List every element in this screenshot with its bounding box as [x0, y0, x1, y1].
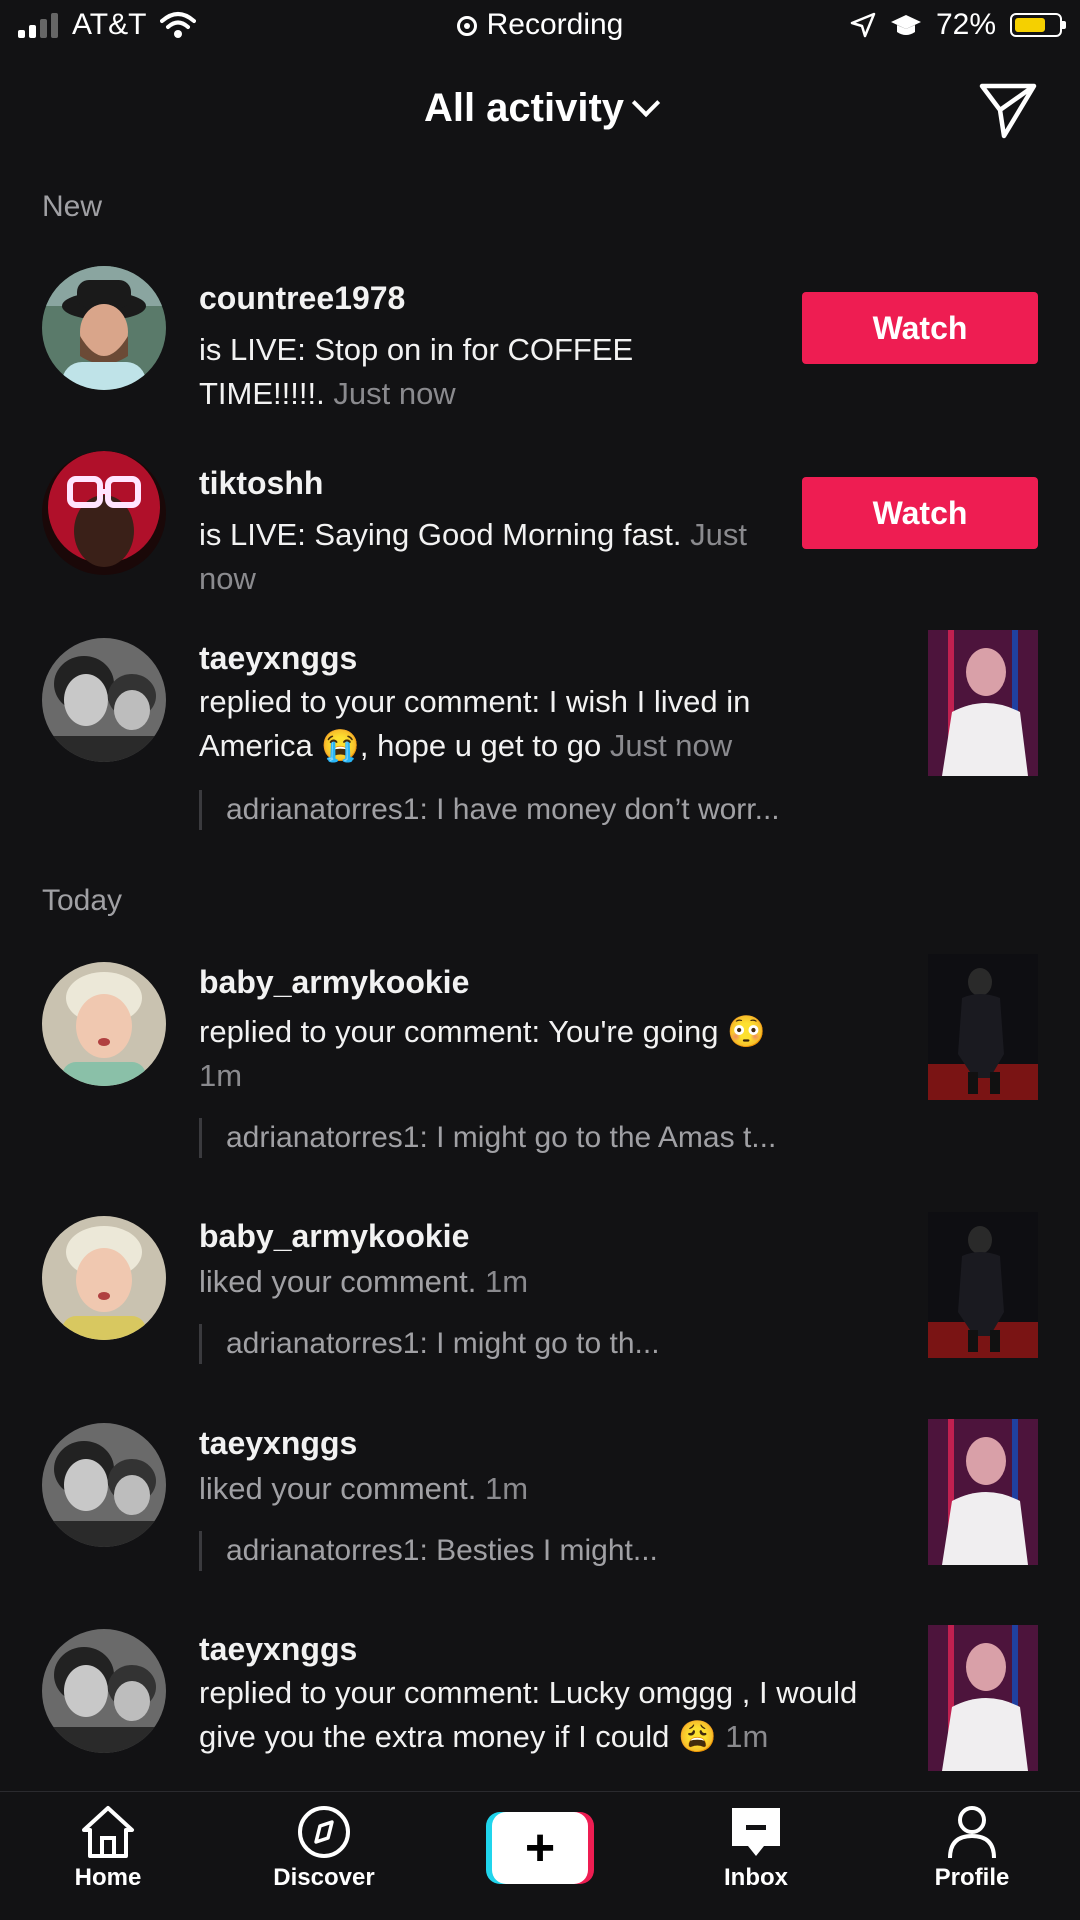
nav-home[interactable]: Home: [38, 1804, 178, 1892]
comment-preview: adrianatorres1: I might go to th...: [199, 1324, 660, 1364]
username[interactable]: tiktoshh: [199, 465, 323, 502]
status-bar: AT&T Recording 72%: [0, 0, 1080, 58]
watch-button[interactable]: Watch: [802, 477, 1038, 549]
activity-text: liked your comment. 1m: [199, 1264, 529, 1299]
activity-text: replied to your comment: Lucky omggg , I…: [199, 1675, 858, 1754]
avatar[interactable]: [42, 1423, 166, 1547]
nav-inbox-label: Inbox: [724, 1864, 788, 1891]
recording-label: Recording: [486, 8, 624, 41]
username[interactable]: taeyxnggs: [199, 1425, 357, 1462]
section-label-new: New: [42, 190, 103, 223]
activity-text: liked your comment. 1m: [199, 1471, 529, 1506]
direct-message-icon[interactable]: [978, 80, 1038, 140]
page-title: All activity: [423, 86, 625, 130]
video-thumbnail[interactable]: [928, 1212, 1038, 1358]
nav-profile-label: Profile: [934, 1864, 1010, 1891]
video-thumbnail[interactable]: [928, 1625, 1038, 1771]
username[interactable]: countree1978: [199, 280, 405, 317]
bottom-nav: Home Discover + Inbox Profile: [0, 1791, 1080, 1920]
battery-icon: [1010, 13, 1066, 37]
video-thumbnail[interactable]: [928, 954, 1038, 1100]
avatar[interactable]: [42, 266, 166, 390]
timestamp: Just now: [609, 728, 733, 763]
graduation-cap-icon: [890, 15, 921, 35]
plus-icon: +: [524, 1819, 556, 1877]
avatar[interactable]: [42, 1629, 166, 1753]
timestamp: 1m: [725, 1719, 769, 1754]
activity-header: All activity: [0, 80, 1080, 140]
compass-icon: [298, 1806, 350, 1858]
activity-text: replied to your comment: You're going 😳 1…: [199, 1014, 766, 1093]
nav-profile[interactable]: Profile: [902, 1804, 1042, 1892]
username[interactable]: taeyxnggs: [199, 640, 357, 677]
username[interactable]: taeyxnggs: [199, 1631, 357, 1668]
nav-discover-label: Discover: [273, 1864, 375, 1891]
timestamp: 1m: [485, 1471, 529, 1506]
avatar[interactable]: [42, 638, 166, 762]
comment-preview: adrianatorres1: Besties I might...: [199, 1531, 658, 1571]
activity-text: is LIVE: Stop on in for COFFEE TIME!!!!!…: [199, 332, 634, 411]
video-thumbnail[interactable]: [928, 630, 1038, 776]
nav-home-label: Home: [74, 1864, 142, 1891]
comment-preview: adrianatorres1: I have money don’t worr.…: [199, 790, 780, 830]
create-button[interactable]: +: [486, 1812, 594, 1884]
username[interactable]: baby_armykookie: [199, 1218, 469, 1255]
activity-text: replied to your comment: I wish I lived …: [199, 684, 751, 763]
location-arrow-icon: [850, 12, 876, 38]
video-thumbnail[interactable]: [928, 1419, 1038, 1565]
avatar[interactable]: [42, 451, 166, 575]
comment-preview: adrianatorres1: I might go to the Amas t…: [199, 1118, 776, 1158]
timestamp: 1m: [199, 1058, 243, 1093]
timestamp: Just now: [333, 376, 456, 411]
avatar[interactable]: [42, 1216, 166, 1340]
recording-icon: [456, 16, 477, 36]
inbox-icon: [732, 1808, 780, 1856]
username[interactable]: baby_armykookie: [199, 964, 469, 1001]
section-label-today: Today: [42, 884, 123, 917]
nav-inbox[interactable]: Inbox: [686, 1804, 826, 1892]
chevron-down-icon: [631, 88, 661, 118]
profile-icon: [948, 1806, 996, 1859]
activity-filter-dropdown[interactable]: All activity: [0, 86, 1080, 131]
avatar[interactable]: [42, 962, 166, 1086]
activity-text: is LIVE: Saying Good Morning fast. Just …: [199, 517, 747, 596]
timestamp: 1m: [485, 1264, 529, 1299]
watch-button[interactable]: Watch: [802, 292, 1038, 364]
battery-percent: 72%: [935, 8, 996, 41]
home-icon: [82, 1806, 134, 1858]
nav-discover[interactable]: Discover: [254, 1804, 394, 1892]
